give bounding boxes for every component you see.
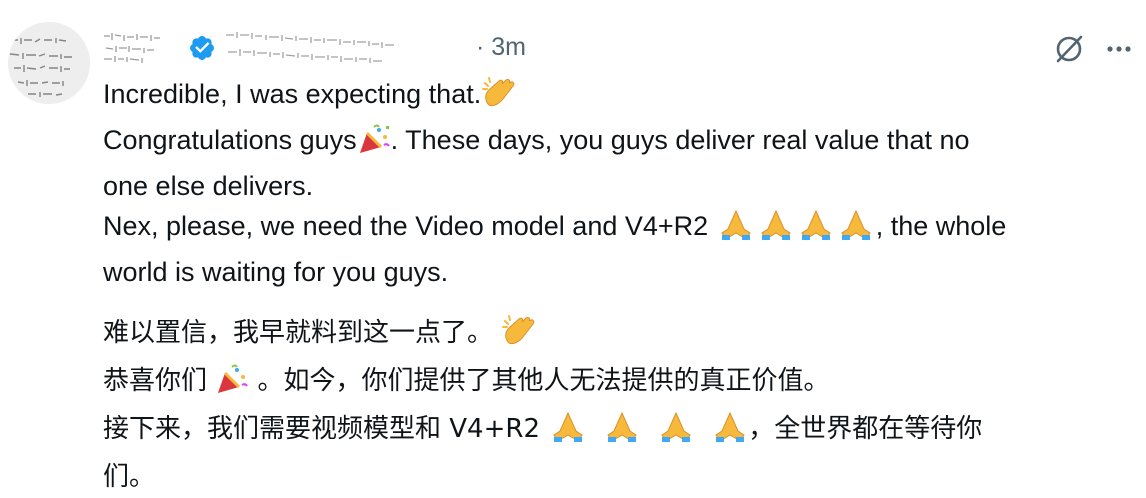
text-line-en5: world is waiting for you guys. — [103, 257, 449, 287]
folded-hands-emoji — [548, 409, 748, 456]
grok-icon[interactable] — [1052, 32, 1086, 66]
party-popper-emoji — [215, 363, 249, 408]
clapping-hands-emoji — [481, 75, 517, 120]
clapping-hands-emoji — [501, 313, 537, 360]
author-name-obscured[interactable] — [102, 26, 180, 66]
text-line-en1: Incredible, I was expecting that. — [103, 79, 482, 109]
text-line-zh3a: 接下来，我们需要视频模型和 V4+R2 — [103, 414, 540, 444]
text-line: 恭喜你们 。如今，你们提供了其他人无法提供的真正价值。 — [103, 360, 1123, 408]
tweet-text: Incredible, I was expecting that. Congra… — [103, 74, 1123, 498]
text-line-en2a: Congratulations guys — [103, 125, 357, 155]
text-line-en4b: , the whole — [875, 211, 1007, 241]
text-line: 接下来，我们需要视频模型和 V4+R2 ，全世界都在等待你 — [103, 408, 1123, 456]
text-line-en2b: . These days, you guys deliver real valu… — [390, 125, 970, 155]
text-line-zh1: 难以置信，我早就料到这一点了。 — [103, 318, 494, 348]
text-line: 难以置信，我早就料到这一点了。 — [103, 312, 1123, 360]
text-line: Incredible, I was expecting that. — [103, 74, 1123, 120]
text-line-en3: one else delivers. — [103, 171, 314, 201]
party-popper-emoji — [357, 123, 391, 166]
text-line: Congratulations guys . These days, you g… — [103, 120, 1123, 166]
author-handle-obscured[interactable] — [224, 26, 472, 66]
text-line-zh4: 们。 — [103, 462, 156, 492]
more-options-icon[interactable] — [1102, 34, 1136, 64]
text-line: Nex, please, we need the Video model and… — [103, 206, 1123, 252]
tweet-card[interactable]: · 3m Incredible, I was expecting that. C… — [0, 0, 1146, 492]
text-line-zh3b: ，全世界都在等待你 — [748, 414, 983, 444]
verified-badge-icon — [190, 36, 214, 60]
avatar[interactable] — [8, 22, 90, 104]
text-line-zh2a: 恭喜你们 — [103, 366, 208, 396]
timestamp[interactable]: · 3m — [476, 32, 526, 62]
text-line-en4a: Nex, please, we need the Video model and… — [103, 211, 709, 241]
avatar-image — [8, 22, 90, 104]
text-line-zh2b: 。如今，你们提供了其他人无法提供的真正价值。 — [257, 366, 830, 396]
tweet-header: · 3m — [102, 26, 1142, 70]
folded-hands-emoji — [716, 207, 876, 252]
